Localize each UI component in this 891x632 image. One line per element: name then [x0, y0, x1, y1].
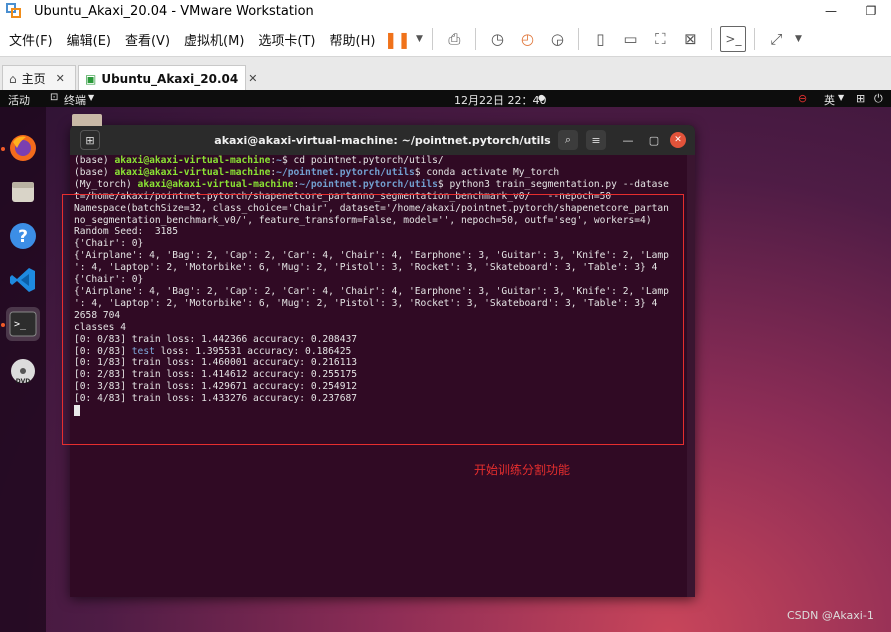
prompt-line: (base) akaxi@akaxi-virtual-machine:~$ cd… — [74, 155, 687, 167]
snapshot-icon[interactable]: ◷ — [484, 26, 510, 52]
toolbar-divider — [432, 28, 434, 50]
pause-icon[interactable]: ❚❚ — [384, 26, 411, 52]
command-text: $ conda activate My_torch — [414, 166, 560, 178]
terminal-title: akaxi@akaxi-virtual-machine: ~/pointnet.… — [214, 133, 551, 147]
restore-button[interactable]: ❐ — [851, 0, 891, 22]
activities-button[interactable]: 活动 — [8, 92, 30, 108]
terminal-scrollbar[interactable] — [687, 155, 695, 597]
command-text: $ python3 train_segmentation.py --datase — [437, 178, 669, 190]
search-icon[interactable]: ⌕ — [558, 130, 578, 150]
window-controls: — ❐ — [811, 0, 891, 22]
revert-snapshot-icon[interactable]: ◴ — [514, 26, 540, 52]
menu-vm[interactable]: 虚拟机(M) — [177, 30, 251, 49]
running-indicator — [1, 323, 5, 327]
menu-view[interactable]: 查看(V) — [118, 30, 177, 49]
menu-tabs[interactable]: 选项卡(T) — [251, 30, 322, 49]
fullscreen-icon[interactable]: ⛶ — [647, 26, 673, 52]
terminal-app-icon: ⊡ — [50, 92, 59, 103]
terminal-headerbar: ⊞ akaxi@akaxi-virtual-machine: ~/pointne… — [70, 125, 695, 155]
tab-home[interactable]: ⌂ 主页 ✕ — [2, 65, 76, 91]
new-tab-icon[interactable]: ⊞ — [80, 130, 100, 150]
clock[interactable]: 12月22日 22：40 — [454, 92, 547, 108]
ubuntu-dock: ? >_ DVD — [0, 107, 46, 632]
notification-dot-icon: ● — [538, 93, 545, 102]
svg-text:DVD: DVD — [16, 378, 31, 385]
tab-vm[interactable]: ▣ Ubuntu_Akaxi_20.04 ✕ — [78, 65, 257, 91]
close-icon[interactable]: ✕ — [248, 72, 257, 85]
window-title: Ubuntu_Akaxi_20.04 - VMware Workstation — [34, 3, 314, 19]
menu-file[interactable]: 文件(F) — [0, 30, 60, 49]
toolbar-divider — [578, 28, 580, 50]
conda-env: (My_torch) — [74, 178, 138, 190]
files-icon[interactable] — [6, 175, 40, 209]
chevron-down-icon[interactable]: ▼ — [88, 93, 94, 102]
terminal-view-icon[interactable]: >_ — [720, 26, 747, 52]
help-icon[interactable]: ? — [6, 219, 40, 253]
toolbar-divider — [754, 28, 756, 50]
running-indicator — [1, 147, 5, 151]
vmware-tab-bar: ⌂ 主页 ✕ ▣ Ubuntu_Akaxi_20.04 ✕ — [0, 56, 891, 91]
prompt-path: ~/pointnet.pytorch/utils — [276, 166, 415, 178]
prompt-line: (base) akaxi@akaxi-virtual-machine:~/poi… — [74, 167, 687, 179]
power-icon[interactable]: ⏻ — [874, 92, 883, 106]
console-view-icon[interactable]: ▭ — [617, 26, 643, 52]
dropdown-chevron-icon[interactable]: ▼ — [414, 26, 424, 52]
watermark: CSDN @Akaxi-1 — [787, 609, 874, 622]
vmware-titlebar: Ubuntu_Akaxi_20.04 - VMware Workstation … — [0, 0, 891, 22]
svg-text:>_: >_ — [14, 319, 27, 330]
tab-vm-label: Ubuntu_Akaxi_20.04 — [101, 71, 239, 86]
highlight-box — [62, 194, 684, 445]
prompt-user: akaxi@akaxi-virtual-machine — [137, 178, 294, 190]
menu-help[interactable]: 帮助(H) — [323, 30, 383, 49]
prompt-user: akaxi@akaxi-virtual-machine — [114, 166, 271, 178]
close-icon[interactable]: ✕ — [56, 72, 65, 85]
unity-icon[interactable]: ⊠ — [677, 26, 703, 52]
minimize-button[interactable]: — — [811, 0, 851, 22]
recording-icon[interactable]: ⊖ — [798, 92, 807, 105]
command-text: $ cd pointnet.pytorch/utils/ — [281, 155, 444, 166]
terminal-dock-icon[interactable]: >_ — [6, 307, 40, 341]
home-icon: ⌂ — [9, 71, 17, 86]
svg-text:?: ? — [18, 227, 28, 247]
chevron-down-icon[interactable]: ▼ — [838, 93, 844, 102]
tab-home-label: 主页 — [21, 72, 46, 86]
menu-icon[interactable]: ≡ — [586, 130, 606, 150]
input-method-indicator[interactable]: 英 — [824, 92, 835, 108]
vm-icon: ▣ — [85, 71, 97, 86]
dropdown-chevron-icon[interactable]: ▼ — [793, 26, 803, 52]
app-menu-terminal[interactable]: 终端 — [64, 92, 86, 108]
annotation-text: 开始训练分割功能 — [474, 463, 571, 477]
conda-env: (base) — [74, 166, 115, 178]
firefox-icon[interactable] — [6, 131, 40, 165]
desktop-folder-icon[interactable] — [72, 114, 102, 126]
close-icon[interactable]: ✕ — [670, 132, 686, 148]
gnome-top-bar: 活动 ⊡ 终端 ▼ 12月22日 22：40 ● ⊖ 英 ▼ ⊞ ⏻ — [0, 90, 891, 107]
prompt-user: akaxi@akaxi-virtual-machine — [114, 155, 271, 166]
dvd-icon[interactable]: DVD — [6, 355, 40, 389]
snapshot-manager-icon[interactable]: ◶ — [544, 26, 570, 52]
vmware-menubar: 文件(F) 编辑(E) 查看(V) 虚拟机(M) 选项卡(T) 帮助(H) ❚❚… — [0, 22, 891, 56]
prompt-line: (My_torch) akaxi@akaxi-virtual-machine:~… — [74, 179, 687, 191]
conda-env: (base) — [74, 155, 115, 166]
vmware-logo-icon — [6, 3, 22, 19]
toolbar-divider — [475, 28, 477, 50]
toolbar-divider — [711, 28, 713, 50]
menu-edit[interactable]: 编辑(E) — [60, 30, 118, 49]
prompt-path: ~/pointnet.pytorch/utils — [299, 178, 438, 190]
send-keys-icon[interactable]: ⎙ — [441, 26, 467, 52]
maximize-icon[interactable]: ▢ — [644, 130, 664, 150]
sidebar-toggle-icon[interactable]: ▯ — [587, 26, 613, 52]
stretch-icon[interactable]: ⤢ — [763, 26, 789, 52]
minimize-icon[interactable]: — — [618, 130, 638, 150]
vscode-icon[interactable] — [6, 263, 40, 297]
network-icon[interactable]: ⊞ — [856, 92, 865, 105]
